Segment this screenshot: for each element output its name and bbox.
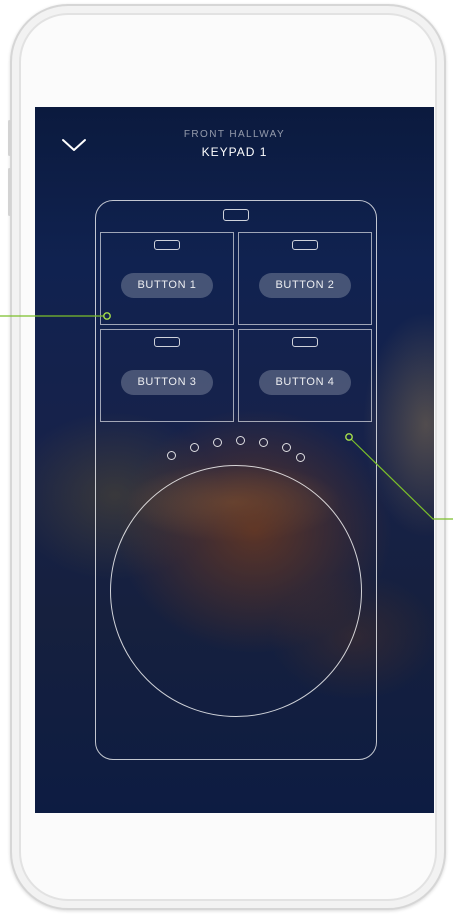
level-indicator-dot xyxy=(259,438,268,447)
phone-side-button xyxy=(8,168,11,216)
keypad-outline: BUTTON 1 BUTTON 2 BUTTON 3 BUTTON 4 xyxy=(95,200,377,760)
room-name: FRONT HALLWAY xyxy=(183,129,286,140)
level-indicator-dot xyxy=(167,451,176,460)
led-indicator xyxy=(292,337,318,347)
rotary-dial[interactable] xyxy=(110,465,362,717)
keypad-cell-2[interactable]: BUTTON 2 xyxy=(238,232,372,325)
level-indicator-dot xyxy=(282,443,291,452)
keypad-cell-4[interactable]: BUTTON 4 xyxy=(238,329,372,422)
device-name: KEYPAD 1 xyxy=(201,145,268,159)
led-indicator xyxy=(154,240,180,250)
app-screen: FRONT HALLWAY KEYPAD 1 BUTTON 1 BUTTON 2… xyxy=(35,107,434,813)
phone-side-button xyxy=(8,120,11,156)
button-3[interactable]: BUTTON 3 xyxy=(121,370,213,395)
level-indicator-dot xyxy=(236,436,245,445)
led-indicator xyxy=(154,337,180,347)
keypad-top-slot xyxy=(223,209,249,221)
level-indicator-dot xyxy=(213,438,222,447)
led-indicator xyxy=(292,240,318,250)
button-4[interactable]: BUTTON 4 xyxy=(259,370,351,395)
level-indicator-dot xyxy=(296,453,305,462)
level-indicator-dot xyxy=(190,443,199,452)
keypad-cell-1[interactable]: BUTTON 1 xyxy=(100,232,234,325)
button-2[interactable]: BUTTON 2 xyxy=(259,273,351,298)
button-1[interactable]: BUTTON 1 xyxy=(121,273,213,298)
keypad-cell-3[interactable]: BUTTON 3 xyxy=(100,329,234,422)
